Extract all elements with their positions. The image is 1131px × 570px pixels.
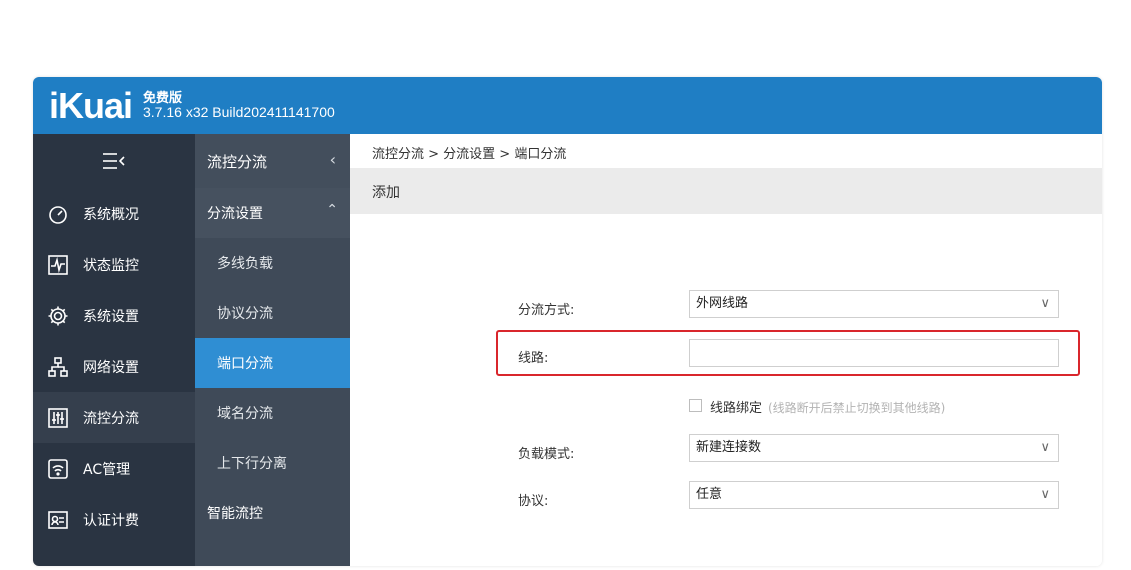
sidebar-item-auth-billing[interactable]: 认证计费 [33,494,195,545]
main-content: 流控分流 > 分流设置 > 端口分流 添加 分流方式: 外网线路 ∨ 线路: 线… [350,134,1102,566]
network-icon [47,356,69,378]
sidebar-item-overview[interactable]: 系统概况 [33,188,195,239]
breadcrumb: 流控分流 > 分流设置 > 端口分流 [372,147,567,162]
wifi-icon [47,458,69,480]
submenu-header[interactable]: 流控分流 ‹ [195,134,350,188]
menu-collapse-icon[interactable] [101,151,127,176]
submenu-title: 流控分流 [207,152,268,171]
ikuai-logo: iKuai [49,85,133,126]
submenu-group-label: 分流设置 [207,206,263,222]
sidebar-item-label: 流控分流 [83,410,139,427]
submenu-item-multi-line[interactable]: 多线负载 [195,238,350,288]
mode-select-value: 外网线路 [696,296,749,311]
chevron-down-icon: ∨ [1040,296,1050,311]
load-mode-value: 新建连接数 [696,440,762,455]
panel-title-bar: 添加 [350,168,1102,214]
submenu-item-label: 端口分流 [217,356,273,372]
chevron-left-icon[interactable]: ‹ [330,150,336,169]
chevron-down-icon: ∨ [1040,440,1050,455]
auth-icon [47,509,69,531]
sidebar-item-label: 系统概况 [83,206,139,223]
chevron-down-icon: ∨ [1040,487,1050,502]
submenu-item-updown[interactable]: 上下行分离 [195,438,350,488]
mode-select[interactable]: 外网线路 ∨ [689,290,1059,318]
submenu-item-protocol[interactable]: 协议分流 [195,288,350,338]
submenu-item-domain[interactable]: 域名分流 [195,388,350,438]
gear-icon [47,305,69,327]
submenu-item-label: 上下行分离 [217,456,287,472]
line-label: 线路: [518,351,549,366]
submenu-group-smart-qos[interactable]: 智能流控 [195,488,350,538]
main-sidebar: 系统概况 状态监控 系统设置 网络设置 流控分流 AC管理 认证计费 [33,134,195,566]
monitor-icon [47,254,69,276]
protocol-value: 任意 [696,487,723,502]
line-bind-checkbox[interactable] [689,399,702,412]
sidebar-item-label: 状态监控 [83,257,139,274]
line-bind-label: 线路绑定 [710,401,763,416]
sidebar-item-label: 认证计费 [83,512,139,529]
panel-title: 添加 [372,185,400,201]
sidebar-item-monitor[interactable]: 状态监控 [33,239,195,290]
sidebar-item-ac-management[interactable]: AC管理 [33,443,195,494]
submenu-group-split-settings[interactable]: 分流设置 ⌃ [195,188,350,238]
top-header: iKuai 免费版 3.7.16 x32 Build202411141700 [33,77,1102,134]
submenu-group-label: 智能流控 [207,506,263,522]
line-input[interactable] [689,339,1059,367]
submenu-item-port[interactable]: 端口分流 [195,338,350,388]
sidebar-item-label: AC管理 [83,461,131,478]
sidebar-item-traffic-control[interactable]: 流控分流 [33,392,195,443]
submenu-item-label: 多线负载 [217,256,273,272]
submenu-item-label: 域名分流 [217,406,273,422]
load-mode-label: 负载模式: [518,447,575,462]
submenu-item-label: 协议分流 [217,306,273,322]
form-panel: 分流方式: 外网线路 ∨ 线路: 线路绑定 (线路断开后禁止切换到其他线路) 负… [350,214,1102,566]
mode-label: 分流方式: [518,303,575,318]
protocol-label: 协议: [518,494,549,509]
sidebar-item-system-settings[interactable]: 系统设置 [33,290,195,341]
chevron-up-icon: ⌃ [326,202,338,218]
sub-sidebar: 流控分流 ‹ 分流设置 ⌃ 多线负载 协议分流 端口分流 域名分流 上下行分离 … [195,134,350,566]
sidebar-item-label: 网络设置 [83,359,139,376]
sidebar-toggle-area [33,134,195,188]
sidebar-item-network[interactable]: 网络设置 [33,341,195,392]
sidebar-item-label: 系统设置 [83,308,139,325]
equalizer-icon [47,407,69,429]
dashboard-icon [47,203,69,225]
load-mode-select[interactable]: 新建连接数 ∨ [689,434,1059,462]
app-window: iKuai 免费版 3.7.16 x32 Build202411141700 系… [33,77,1102,566]
line-bind-hint: (线路断开后禁止切换到其他线路) [768,401,946,415]
version-label: 3.7.16 x32 Build202411141700 [143,104,335,120]
protocol-select[interactable]: 任意 ∨ [689,481,1059,509]
